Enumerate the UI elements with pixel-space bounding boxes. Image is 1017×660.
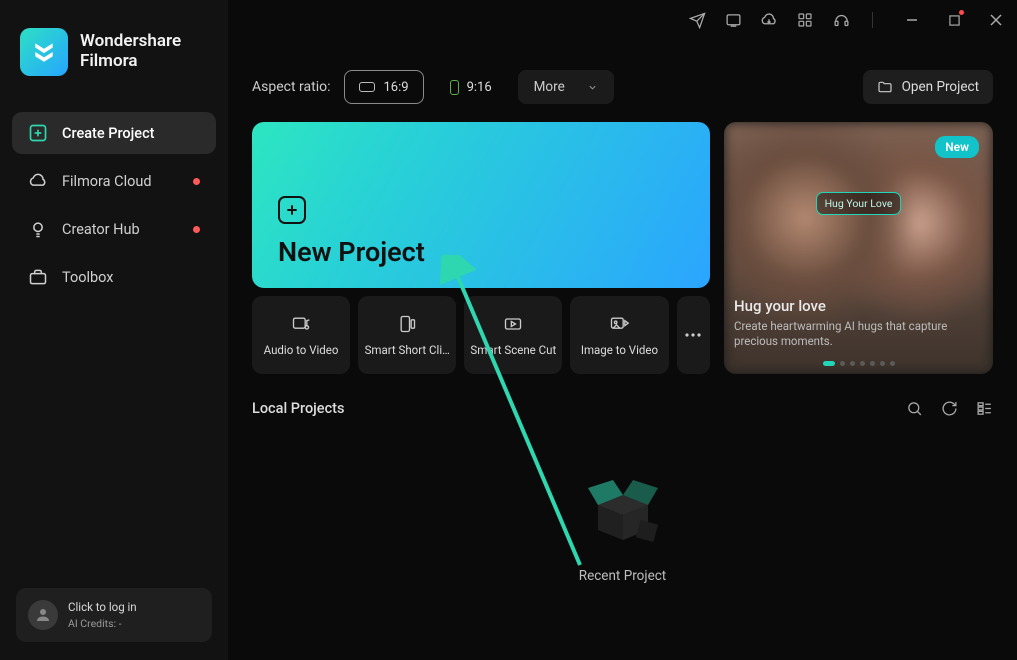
empty-box-icon <box>568 460 678 550</box>
sidebar-item-label: Toolbox <box>62 269 113 286</box>
notification-dot-icon <box>193 178 200 185</box>
login-cta: Click to log in <box>68 600 137 614</box>
carousel-dots[interactable] <box>823 361 895 366</box>
ratio-tall-icon <box>450 80 459 95</box>
refresh-icon[interactable] <box>941 400 958 417</box>
apps-icon[interactable] <box>796 11 814 29</box>
sidebar-item-label: Filmora Cloud <box>62 173 152 190</box>
promo-card[interactable]: New Hug Your Love Hug your love Create h… <box>724 122 993 374</box>
promo-hint: Hug Your Love <box>816 192 902 215</box>
brand-line1: Wondershare <box>80 32 181 52</box>
tool-label: Smart Short Cli… <box>365 343 450 357</box>
promo-subtitle: Create heartwarming AI hugs that capture… <box>734 319 983 350</box>
tools-more[interactable] <box>677 296 711 374</box>
minimize-icon[interactable] <box>905 13 919 27</box>
new-project-title: New Project <box>278 236 684 268</box>
notification-dot-icon <box>193 226 200 233</box>
empty-label: Recent Project <box>579 568 666 584</box>
app-logo: Wondershare Filmora <box>12 28 216 104</box>
aspect-ratio-16-9[interactable]: 16:9 <box>344 70 423 104</box>
search-icon[interactable] <box>906 400 923 417</box>
tool-audio-to-video[interactable]: Audio to Video <box>252 296 350 374</box>
maximize-icon[interactable] <box>947 13 961 27</box>
folder-icon <box>877 79 893 95</box>
login-credits: AI Credits: - <box>68 617 137 630</box>
send-icon[interactable] <box>688 11 706 29</box>
open-project-label: Open Project <box>902 79 979 95</box>
new-badge: New <box>935 136 979 158</box>
bulb-icon <box>28 219 48 239</box>
image-video-icon <box>607 314 631 334</box>
empty-state: Recent Project <box>252 460 993 584</box>
sidebar-item-toolbox[interactable]: Toolbox <box>12 256 216 298</box>
aspect-ratio-more[interactable]: More <box>518 70 614 104</box>
tool-image-to-video[interactable]: Image to Video <box>570 296 668 374</box>
message-icon[interactable] <box>724 11 742 29</box>
cloud-icon <box>28 171 48 191</box>
audio-video-icon <box>289 314 313 334</box>
sidebar-item-creator-hub[interactable]: Creator Hub <box>12 208 216 250</box>
login-card[interactable]: Click to log in AI Credits: - <box>16 588 212 642</box>
tool-label: Smart Scene Cut <box>470 343 556 357</box>
open-project-button[interactable]: Open Project <box>863 70 993 104</box>
avatar-icon <box>28 600 58 630</box>
logo-mark-icon <box>20 28 68 76</box>
aspect-ratio-label: Aspect ratio: <box>252 79 330 95</box>
new-project-card[interactable]: New Project <box>252 122 710 288</box>
tool-label: Audio to Video <box>264 343 339 357</box>
local-projects-heading: Local Projects <box>252 400 344 417</box>
sidebar-item-filmora-cloud[interactable]: Filmora Cloud <box>12 160 216 202</box>
sidebar: Wondershare Filmora Create Project Filmo… <box>0 0 228 660</box>
tool-smart-short-clips[interactable]: Smart Short Cli… <box>358 296 456 374</box>
ratio-wide-icon <box>359 82 375 92</box>
toolbox-icon <box>28 267 48 287</box>
tool-smart-scene-cut[interactable]: Smart Scene Cut <box>464 296 562 374</box>
chevron-down-icon <box>587 82 598 93</box>
promo-title: Hug your love <box>734 297 983 315</box>
create-icon <box>28 123 48 143</box>
more-dots-icon <box>685 333 701 337</box>
brand-line2: Filmora <box>80 52 181 72</box>
tool-label: Image to Video <box>581 343 658 357</box>
smart-clips-icon <box>395 314 419 334</box>
view-toggle-icon[interactable] <box>976 400 993 417</box>
sidebar-item-create-project[interactable]: Create Project <box>12 112 216 154</box>
more-label: More <box>534 79 565 95</box>
cloud-download-icon[interactable] <box>760 11 778 29</box>
ratio-label: 16:9 <box>383 80 408 95</box>
aspect-ratio-9-16[interactable]: 9:16 <box>436 70 506 104</box>
sidebar-item-label: Create Project <box>62 125 154 142</box>
plus-icon <box>278 196 306 224</box>
ratio-label: 9:16 <box>467 80 492 95</box>
headset-icon[interactable] <box>832 11 850 29</box>
sidebar-item-label: Creator Hub <box>62 221 140 238</box>
scene-cut-icon <box>501 314 525 334</box>
close-icon[interactable] <box>989 13 1003 27</box>
